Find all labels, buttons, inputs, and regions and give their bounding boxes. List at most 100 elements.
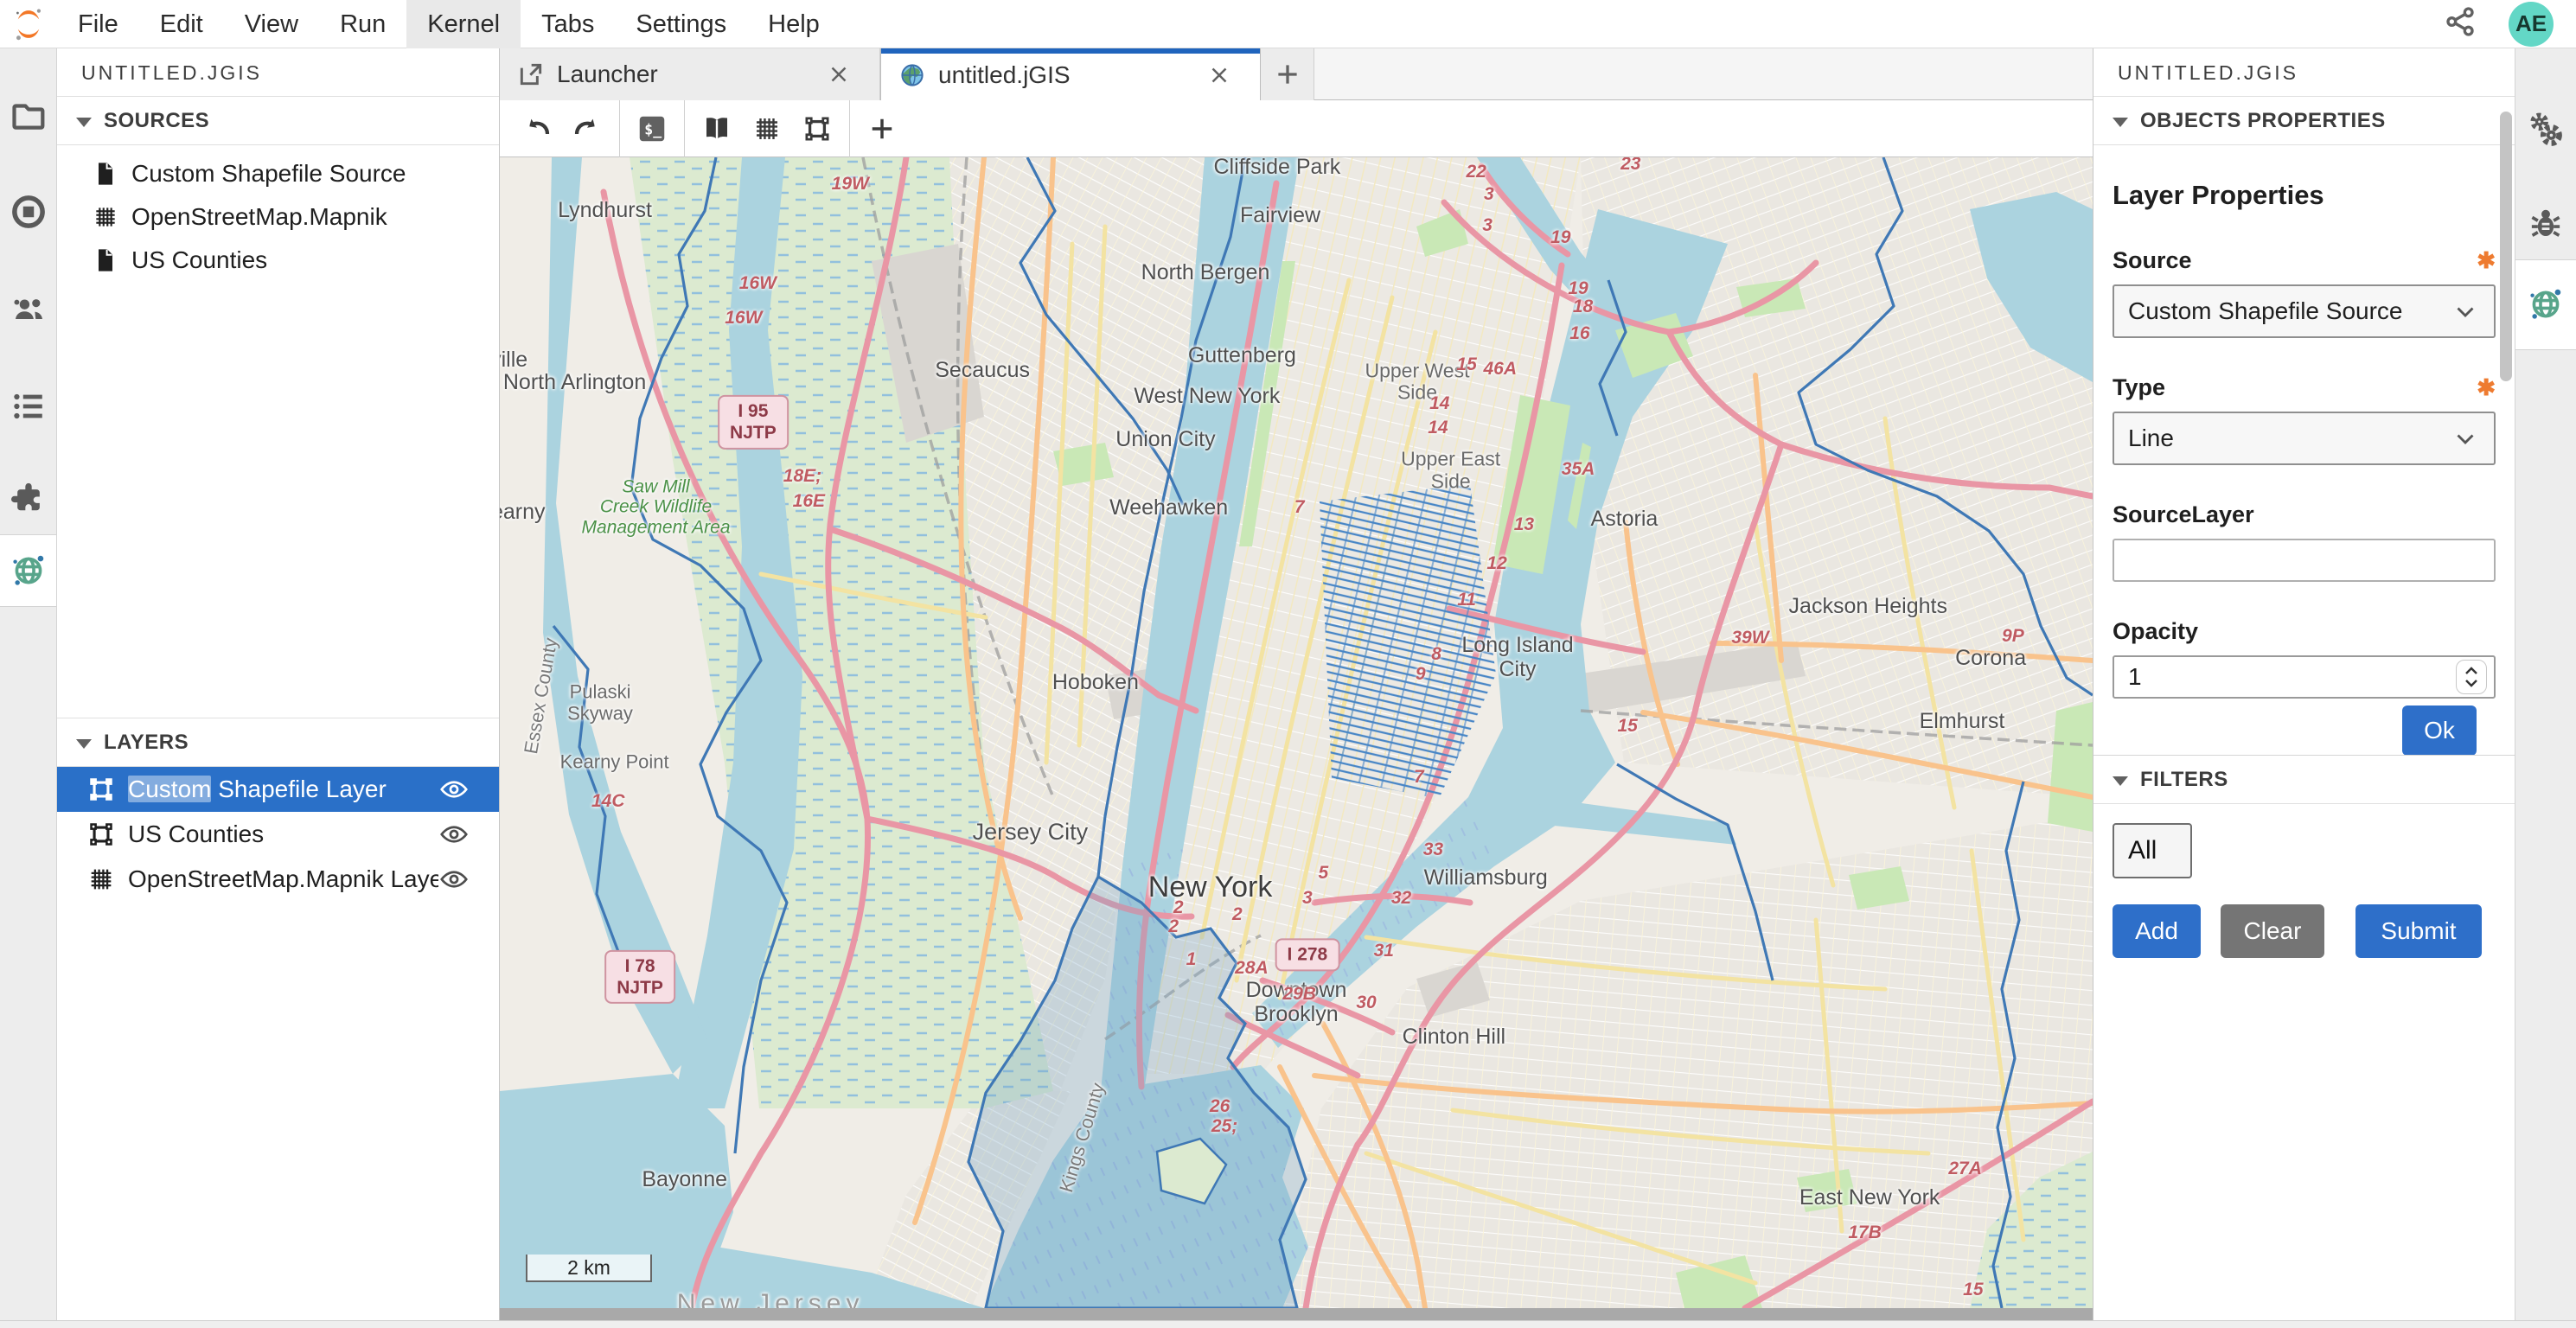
caret-down-icon <box>76 118 92 127</box>
source-field-label: Source <box>2113 247 2192 274</box>
menu-kernel[interactable]: Kernel <box>406 0 521 48</box>
sidebar-tab-bug[interactable] <box>2515 193 2576 253</box>
tab-bar: Launcheruntitled.jGIS <box>500 48 2093 100</box>
layer-properties-form: Layer Properties Source ✱ Custom Shapefi… <box>2093 145 2515 755</box>
ok-button[interactable]: Ok <box>2402 706 2477 755</box>
main-dock: Launcheruntitled.jGIS $_ <box>500 48 2093 1320</box>
layers-section-header[interactable]: LAYERS <box>57 718 499 767</box>
filter-all-select[interactable]: All <box>2113 823 2192 878</box>
left-activity-bar <box>0 48 57 1320</box>
close-icon[interactable] <box>826 61 852 87</box>
redo-button[interactable] <box>562 105 612 153</box>
menu-file[interactable]: File <box>57 0 139 48</box>
source-item[interactable]: US Counties <box>57 239 499 282</box>
sources-section-header[interactable]: SOURCES <box>57 97 499 145</box>
svg-text:$_: $_ <box>644 121 662 137</box>
menu-tabs[interactable]: Tabs <box>521 0 615 48</box>
gears-icon <box>2527 111 2565 149</box>
filter-clear-button[interactable]: Clear <box>2221 904 2324 958</box>
sidebar-tab-gis-globe[interactable] <box>2515 274 2576 335</box>
vector-square-icon <box>86 775 116 804</box>
left-sidebar-panel: UNTITLED.JGIS SOURCES Custom Shapefile S… <box>57 48 500 1320</box>
type-select-value: Line <box>2128 425 2174 452</box>
filter-submit-button[interactable]: Submit <box>2355 904 2482 958</box>
layer-item[interactable]: US Counties <box>57 812 499 857</box>
number-spinner[interactable] <box>2456 660 2487 694</box>
share-button[interactable] <box>2443 4 2477 43</box>
document-toolbar: $_ <box>500 100 2093 157</box>
menu-edit[interactable]: Edit <box>139 0 224 48</box>
tab-untitled-jgis[interactable]: untitled.jGIS <box>880 48 1261 101</box>
jupyterlab-window: FileEditViewRunKernelTabsSettingsHelp AE… <box>0 0 2576 1328</box>
layer-visibility-toggle[interactable] <box>438 774 470 805</box>
objects-properties-header[interactable]: OBJECTS PROPERTIES <box>2093 97 2515 145</box>
share-icon <box>2443 4 2477 39</box>
basemap-button[interactable] <box>692 105 742 153</box>
bug-icon <box>2527 204 2565 242</box>
terminal-icon: $_ <box>636 113 668 144</box>
sidebar-tab-folder[interactable] <box>0 84 56 144</box>
menu-run[interactable]: Run <box>319 0 406 48</box>
jupyter-logo <box>0 0 57 48</box>
new-tab-button[interactable] <box>1261 48 1314 100</box>
add-raster-layer-button[interactable] <box>742 105 792 153</box>
source-item-label: US Counties <box>131 246 267 274</box>
sidebar-tab-users[interactable] <box>0 279 56 340</box>
avatar[interactable]: AE <box>2509 2 2554 47</box>
caret-down-icon <box>2113 118 2128 127</box>
source-item[interactable]: OpenStreetMap.Mapnik <box>57 195 499 239</box>
jupyter-logo <box>10 6 47 42</box>
grid-icon <box>751 113 783 144</box>
new-terminal-button[interactable]: $_ <box>627 105 677 153</box>
layer-visibility-toggle[interactable] <box>438 864 470 895</box>
right-activity-bar <box>2515 48 2576 1320</box>
menubar: FileEditViewRunKernelTabsSettingsHelp AE <box>0 0 2576 48</box>
source-item[interactable]: Custom Shapefile Source <box>57 152 499 195</box>
menu-settings[interactable]: Settings <box>615 0 747 48</box>
sourcelayer-field-label: SourceLayer <box>2113 501 2254 528</box>
type-field-label: Type <box>2113 374 2165 401</box>
chevron-down-icon <box>2451 424 2480 453</box>
opacity-input[interactable]: 1 <box>2113 655 2496 699</box>
layer-item-label: US Counties <box>128 820 438 848</box>
add-vector-layer-button[interactable] <box>792 105 842 153</box>
sidebar-tab-gis-globe[interactable] <box>0 540 56 601</box>
filters-section-header[interactable]: FILTERS <box>2093 756 2515 804</box>
layer-visibility-toggle[interactable] <box>438 819 470 850</box>
layer-item[interactable]: OpenStreetMap.Mapnik Layer <box>57 857 499 902</box>
sidebar-tab-stop-circle[interactable] <box>0 182 56 242</box>
scale-label: 2 km <box>567 1256 610 1280</box>
menu-view[interactable]: View <box>224 0 319 48</box>
undo-button[interactable] <box>512 105 562 153</box>
openstreetmap-basemap <box>500 157 2093 1308</box>
source-item-label: OpenStreetMap.Mapnik <box>131 203 387 231</box>
sidebar-tab-list[interactable] <box>0 376 56 437</box>
launcher-icon <box>517 61 545 88</box>
vector-square-icon <box>802 113 833 144</box>
stop-circle-icon <box>10 193 48 231</box>
sidebar-tab-gears[interactable] <box>2515 99 2576 160</box>
filter-add-button[interactable]: Add <box>2113 904 2201 958</box>
opacity-field-label: Opacity <box>2113 618 2198 645</box>
layer-item[interactable]: Custom Shapefile Layer <box>57 767 499 812</box>
gis-globe-icon <box>10 552 48 590</box>
chevron-down-icon <box>2451 297 2480 326</box>
toolbar-separator <box>619 100 620 157</box>
map-viewport[interactable]: Cliffside ParkLyndhurstFairviewNorth Ber… <box>500 157 2093 1308</box>
add-button[interactable] <box>857 105 907 153</box>
right-sidebar-panel: UNTITLED.JGIS OBJECTS PROPERTIES Layer P… <box>2093 48 2515 1320</box>
type-select[interactable]: Line <box>2113 412 2496 465</box>
opacity-input-value: 1 <box>2128 663 2142 691</box>
close-icon[interactable] <box>1206 62 1232 88</box>
sourcelayer-input[interactable] <box>2113 539 2496 582</box>
panel-scrollbar[interactable] <box>2500 112 2512 381</box>
sidebar-tab-puzzle[interactable] <box>0 469 56 530</box>
tab-launcher[interactable]: Launcher <box>500 48 880 100</box>
plus-icon <box>1273 60 1302 89</box>
vector-square-icon <box>86 820 116 849</box>
menu-help[interactable]: Help <box>747 0 841 48</box>
required-asterisk-icon: ✱ <box>2477 247 2496 274</box>
caret-down-icon <box>2113 776 2128 786</box>
source-select[interactable]: Custom Shapefile Source <box>2113 284 2496 338</box>
toolbar-separator <box>849 100 850 157</box>
